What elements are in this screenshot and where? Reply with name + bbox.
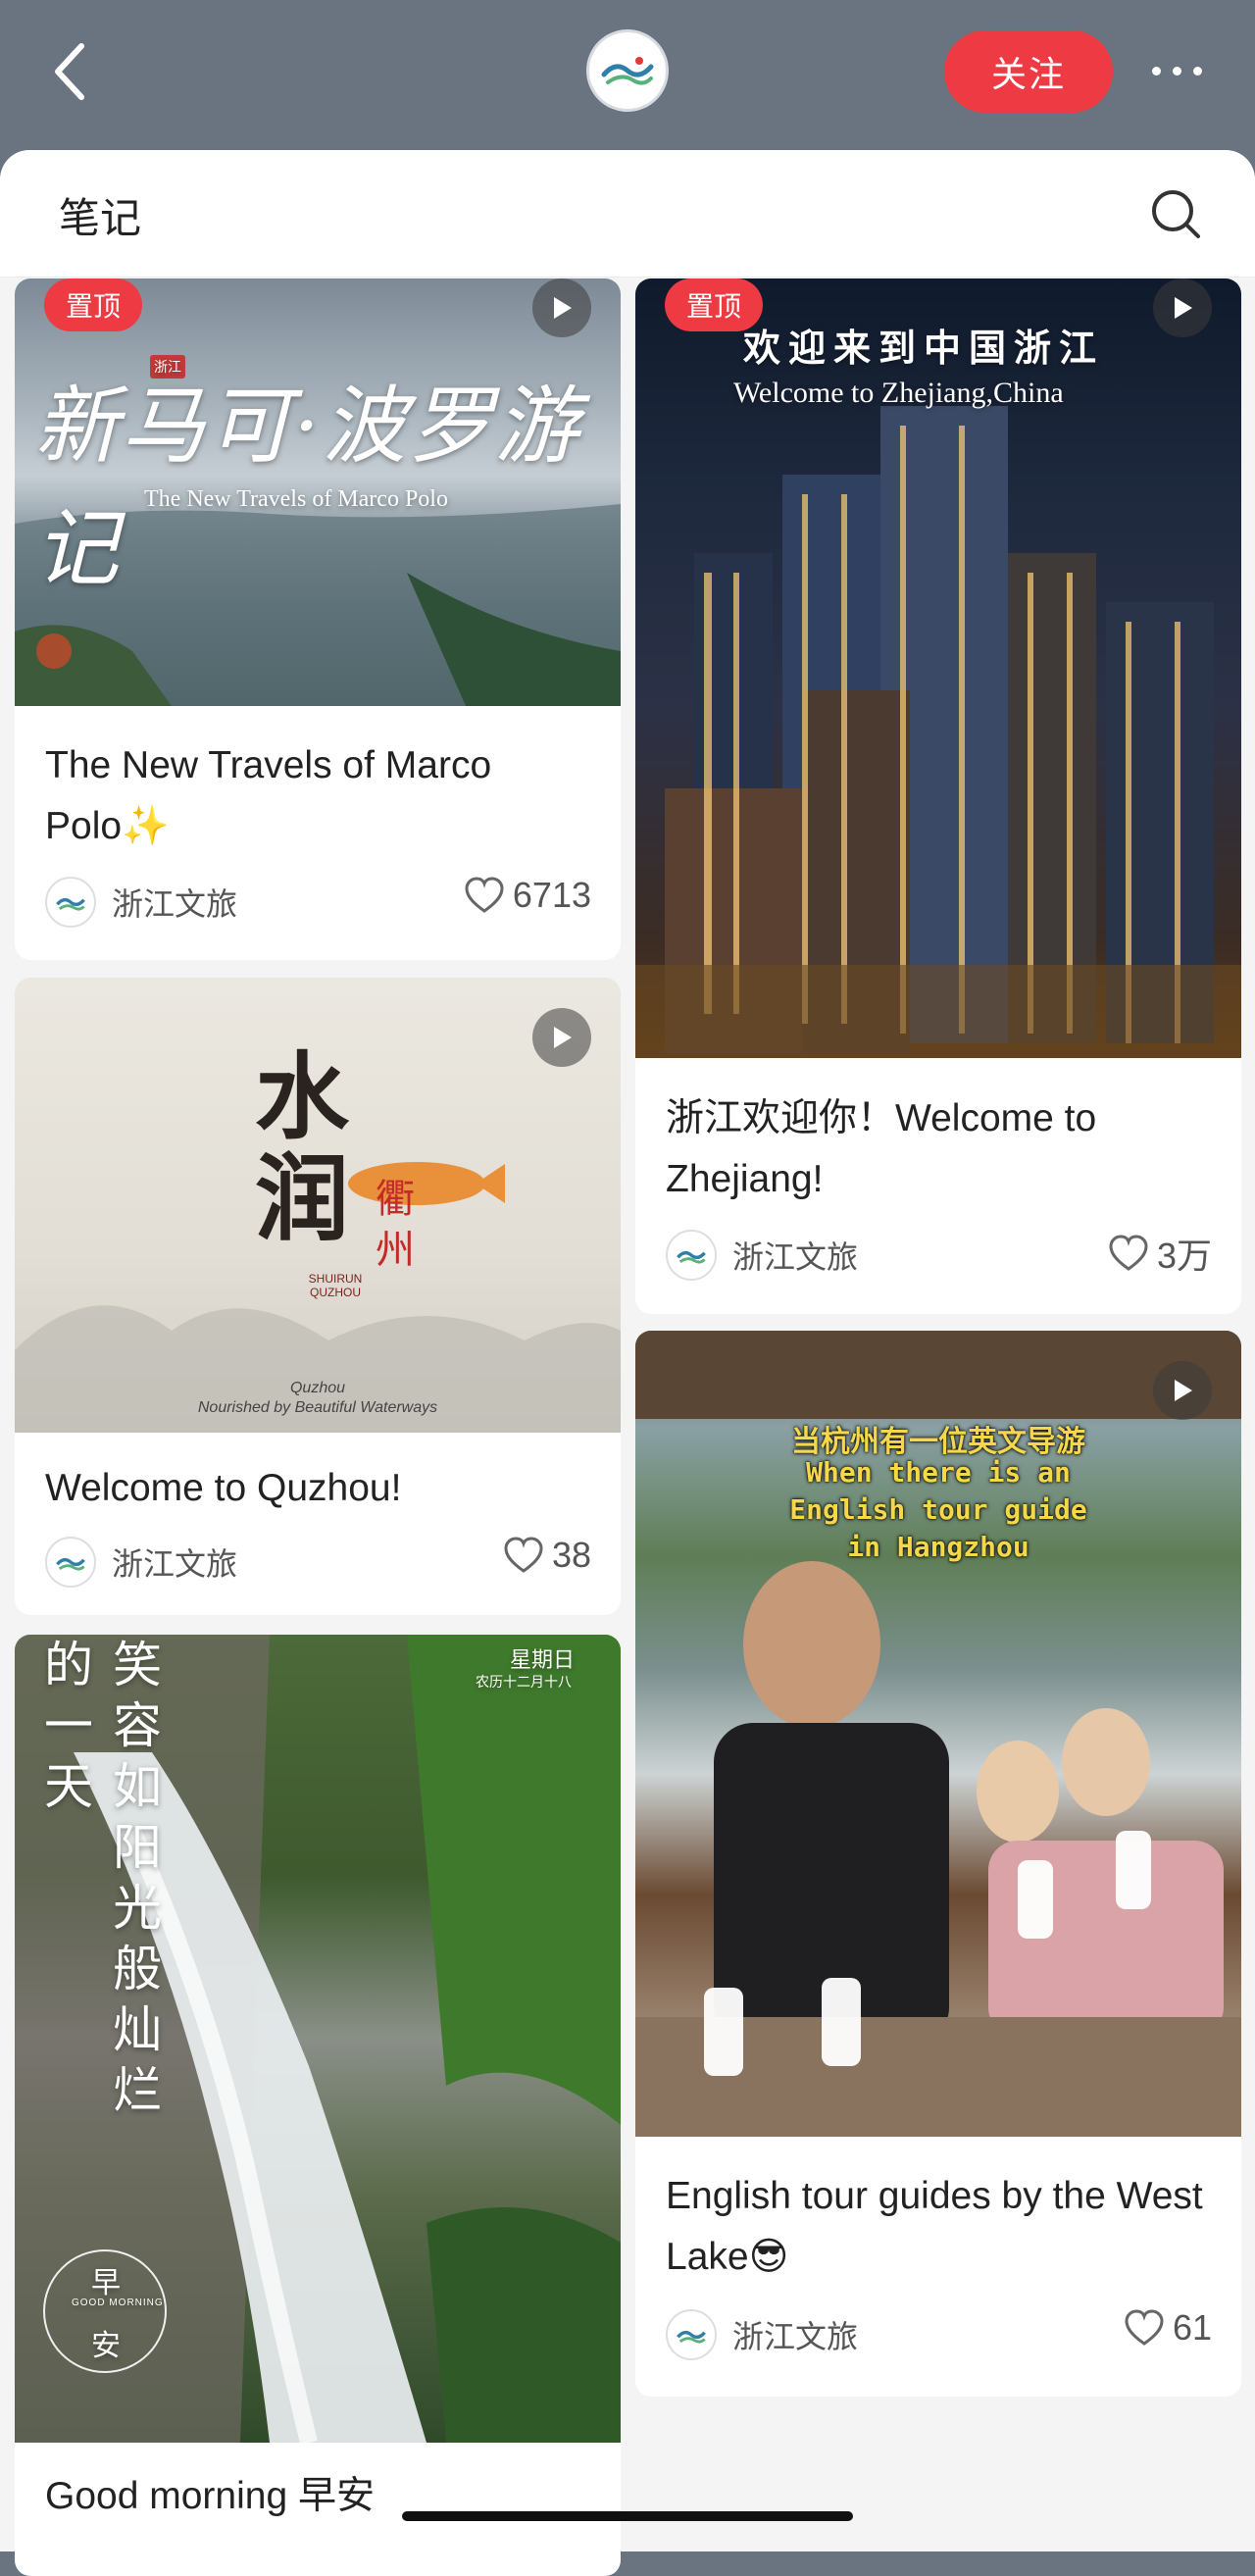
like-button[interactable]: 61 (1124, 2307, 1212, 2349)
note-card[interactable]: 星期日 农历十二月十八 笑容如阳光般灿烂 的一天 早安 GOOD MORNING… (15, 1635, 621, 2576)
search-icon (1152, 190, 1200, 238)
thumb-title: 新马可·波罗游记 (34, 378, 581, 598)
heart-icon (1125, 2309, 1164, 2346)
like-button[interactable]: 3万 (1108, 1228, 1212, 1279)
play-icon[interactable] (532, 278, 591, 337)
author-avatar (666, 2309, 717, 2360)
thumb-caption-1: Quzhou (289, 1380, 346, 1396)
thumb-poem: 笑容如阳光般灿烂 (113, 1637, 162, 2119)
note-title: The New Travels of Marco Polo✨ (45, 744, 492, 847)
author-name: 浙江文旅 (732, 2319, 859, 2354)
top-bar: 关注 (0, 0, 1255, 152)
thumb-brand: SHUIRUN QUZHOU (308, 1272, 363, 1299)
brand-avatar[interactable] (586, 29, 669, 112)
more-button[interactable] (1137, 41, 1216, 100)
note-thumbnail: 新马可·波罗游记 The New Travels of Marco Polo 浙… (15, 278, 621, 706)
thumb-badge-en: GOOD MORNING (72, 2298, 164, 2308)
note-title: Welcome to Quzhou! (45, 1467, 402, 1509)
like-count: 61 (1172, 2307, 1212, 2348)
brand-logo-icon (56, 897, 85, 911)
note-thumbnail: 星期日 农历十二月十八 笑容如阳光般灿烂 的一天 早安 GOOD MORNING (15, 1635, 621, 2443)
note-thumbnail: 当杭州有一位英文导游 When there is an English tour… (635, 1331, 1241, 2137)
like-count: 3万 (1156, 1236, 1212, 1276)
note-card[interactable]: 新马可·波罗游记 The New Travels of Marco Polo 浙… (15, 278, 621, 960)
thumb-title: 欢迎来到中国浙江 (743, 326, 1105, 370)
note-author[interactable]: 浙江文旅 (45, 877, 237, 928)
thumb-subtitle: Welcome to Zhejiang,China (733, 377, 1064, 409)
sheet-title: 笔记 (59, 195, 142, 241)
note-author[interactable]: 浙江文旅 (45, 1537, 237, 1588)
like-button[interactable]: 38 (503, 1535, 591, 1576)
note-title: 浙江欢迎你！Welcome to Zhejiang! (666, 1097, 1097, 1200)
thumb-title: 水润 (255, 1041, 349, 1254)
like-button[interactable]: 6713 (464, 875, 591, 916)
back-button[interactable] (39, 37, 98, 106)
thumb-badge: 早安 (91, 2266, 121, 2363)
brand-logo-icon (677, 1250, 706, 1264)
author-avatar (666, 1230, 717, 1281)
thumb-line-4: in Hangzhou (847, 1531, 1029, 1563)
heart-icon (1109, 1235, 1148, 1271)
brand-logo-icon (677, 2330, 706, 2344)
pinned-badge: 置顶 (665, 278, 763, 331)
follow-button[interactable]: 关注 (944, 30, 1113, 113)
thumb-caption-2: Nourished by Beautiful Waterways (197, 1399, 438, 1416)
search-button[interactable] (1149, 187, 1204, 242)
note-title: English tour guides by the West Lake😎 (666, 2175, 1203, 2278)
thumb-weekday: 星期日 (510, 1648, 576, 1673)
thumb-line-3: English tour guide (789, 1493, 1087, 1526)
thumb-lunar: 农历十二月十八 (476, 1674, 572, 1690)
note-thumbnail: 水润 衢州 SHUIRUN QUZHOU Quzhou Nourished by… (15, 978, 621, 1433)
thumb-seal: 衢州 (376, 1178, 415, 1272)
brand-logo-icon (56, 1557, 85, 1571)
author-name: 浙江文旅 (112, 886, 238, 922)
author-name: 浙江文旅 (732, 1239, 859, 1275)
play-icon[interactable] (1153, 1361, 1212, 1420)
heart-icon (465, 877, 504, 913)
author-avatar (45, 877, 96, 928)
home-indicator (402, 2511, 853, 2521)
note-card[interactable]: 水润 衢州 SHUIRUN QUZHOU Quzhou Nourished by… (15, 978, 621, 1615)
brand-logo-icon (601, 57, 654, 85)
thumb-line-1: 当杭州有一位英文导游 (791, 1426, 1085, 1458)
note-card[interactable]: 欢迎来到中国浙江 Welcome to Zhejiang,China 置顶 浙江… (635, 278, 1241, 1314)
play-icon[interactable] (532, 1008, 591, 1067)
note-author[interactable]: 浙江文旅 (666, 1230, 858, 1281)
author-name: 浙江文旅 (112, 1546, 238, 1582)
thumb-tag: 浙江 (150, 355, 185, 379)
note-author[interactable]: 浙江文旅 (666, 2309, 858, 2360)
pinned-badge: 置顶 (44, 278, 142, 331)
like-count: 6713 (512, 875, 591, 915)
more-icon (1151, 66, 1161, 76)
note-card[interactable]: 当杭州有一位英文导游 When there is an English tour… (635, 1331, 1241, 2397)
note-thumbnail: 欢迎来到中国浙江 Welcome to Zhejiang,China (635, 278, 1241, 1058)
back-icon (55, 43, 84, 100)
like-count: 38 (551, 1535, 591, 1575)
play-icon[interactable] (1153, 278, 1212, 337)
thumb-subtitle: The New Travels of Marco Polo (144, 486, 448, 512)
thumb-poem-2: 的一天 (44, 1637, 93, 1815)
sheet-header: 笔记 (0, 150, 1255, 278)
author-avatar (45, 1537, 96, 1588)
thumb-line-2: When there is an (806, 1456, 1071, 1489)
heart-icon (504, 1537, 543, 1573)
